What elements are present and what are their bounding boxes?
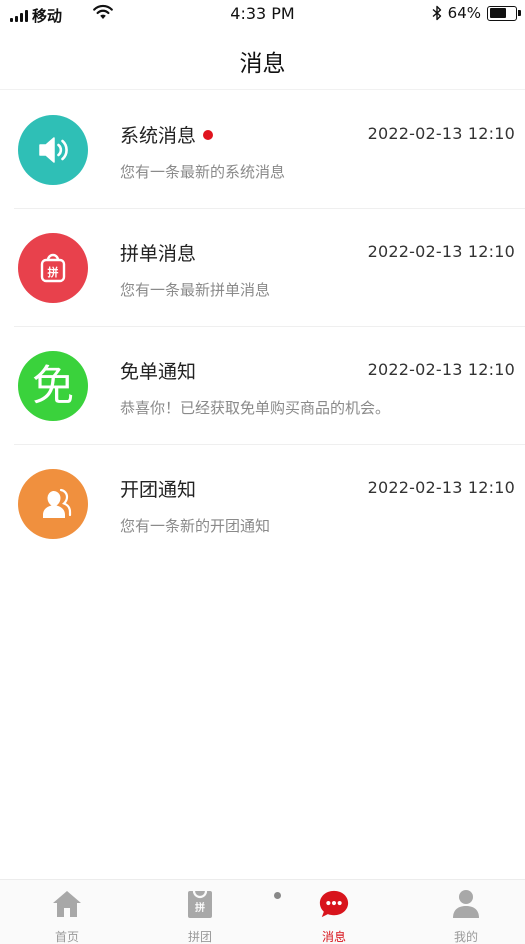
page-title: 消息: [239, 51, 286, 77]
message-time: 2022-02-13 12:10: [367, 124, 515, 143]
person-icon: [450, 888, 482, 920]
bag-icon-text: 拼: [48, 265, 59, 279]
message-preview: 您有一条新的开团通知: [120, 517, 271, 535]
message-preview: 恭喜你！已经获取免单购买商品的机会。: [120, 399, 391, 417]
message-time: 2022-02-13 12:10: [367, 478, 515, 497]
tab-bar: 首页 拼 拼团 消息 我的: [0, 879, 525, 944]
battery-icon: [487, 5, 521, 21]
tab-mine[interactable]: 我的: [426, 880, 506, 944]
home-icon: [51, 888, 83, 920]
message-title: 拼单消息: [120, 243, 197, 265]
tab-messages[interactable]: 消息: [294, 880, 374, 944]
message-list: 系统消息 2022-02-13 12:10 您有一条最新的系统消息 拼 拼单消息…: [0, 91, 525, 563]
tab-home[interactable]: 首页: [27, 880, 107, 944]
message-time: 2022-02-13 12:10: [367, 242, 515, 261]
users-icon: [18, 469, 88, 539]
chat-icon: [318, 888, 350, 920]
battery-percent: 64%: [447, 4, 481, 22]
group-bag-icon-text: 拼: [195, 901, 205, 914]
message-preview: 您有一条最新拼单消息: [120, 281, 271, 299]
status-bar: 移动 4:33 PM 64%: [0, 0, 525, 30]
message-title: 开团通知: [120, 479, 197, 501]
message-title: 免单通知: [120, 361, 197, 383]
message-item-open-group[interactable]: 开团通知 2022-02-13 12:10 您有一条新的开团通知: [0, 445, 525, 563]
tab-label: 首页: [54, 930, 79, 944]
speaker-icon: [18, 115, 88, 185]
free-icon: 免: [18, 351, 88, 421]
message-title-text: 系统消息: [120, 125, 197, 147]
shopping-bag-icon: 拼: [18, 233, 88, 303]
nav-bar: 消息: [0, 30, 525, 90]
message-title: 系统消息: [120, 121, 214, 148]
message-item-free[interactable]: 免 免单通知 2022-02-13 12:10 恭喜你！已经获取免单购买商品的机…: [0, 327, 525, 445]
tab-indicator-dot: [274, 892, 281, 899]
message-item-system[interactable]: 系统消息 2022-02-13 12:10 您有一条最新的系统消息: [0, 91, 525, 209]
message-preview: 您有一条最新的系统消息: [120, 163, 286, 181]
tab-label: 消息: [321, 930, 346, 944]
free-icon-text: 免: [31, 361, 74, 410]
group-bag-icon: 拼: [184, 888, 216, 920]
tab-label: 我的: [453, 930, 478, 944]
message-time: 2022-02-13 12:10: [367, 360, 515, 379]
unread-dot: [203, 129, 214, 140]
bluetooth-icon: [432, 5, 441, 21]
tab-group-buy[interactable]: 拼 拼团: [160, 880, 240, 944]
tab-label: 拼团: [187, 930, 212, 944]
status-right: 64%: [432, 4, 521, 22]
message-item-group[interactable]: 拼 拼单消息 2022-02-13 12:10 您有一条最新拼单消息: [0, 209, 525, 327]
